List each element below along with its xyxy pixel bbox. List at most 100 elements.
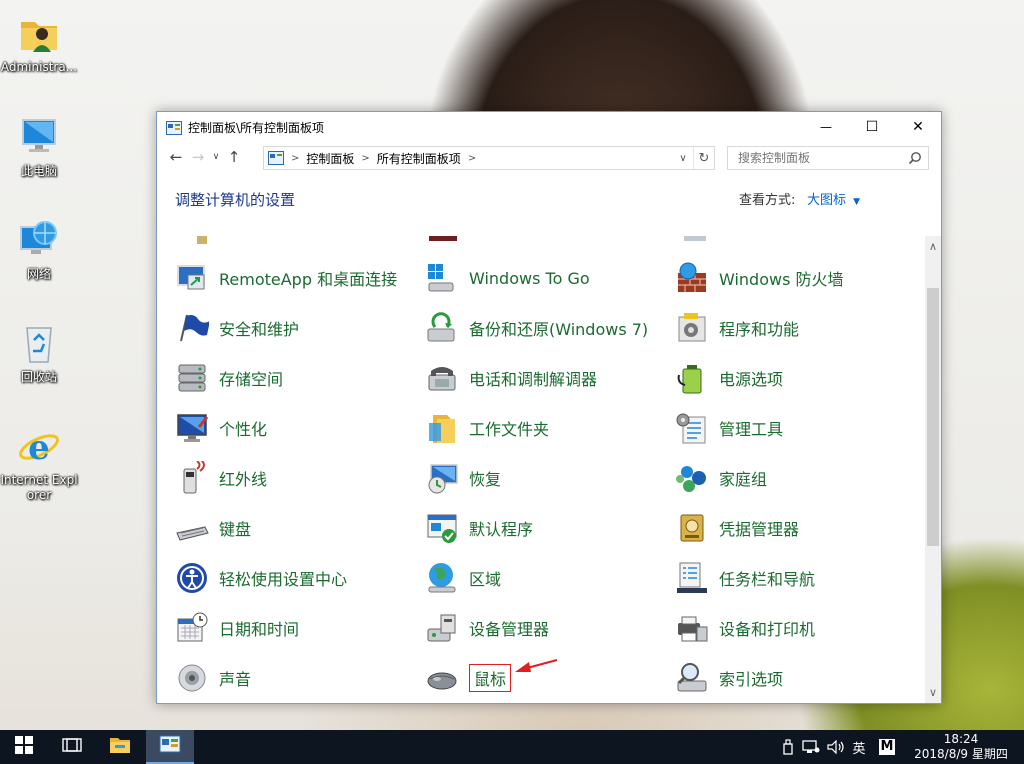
title-bar[interactable]: 控制面板\所有控制面板项 — ☐ ✕ (157, 112, 941, 142)
item-admin-tools[interactable]: 管理工具 (675, 408, 783, 448)
address-bar[interactable]: > 控制面板 > 所有控制面板项 > ∨ ↻ (263, 146, 715, 170)
item-region[interactable]: 区域 (425, 558, 501, 598)
internet-explorer-icon: e (17, 425, 61, 469)
monitor-icon (175, 411, 209, 445)
search-input[interactable] (736, 150, 910, 166)
item-label: 工作文件夹 (469, 420, 550, 439)
content-header: 调整计算机的设置 查看方式: 大图标 ▼ (157, 172, 941, 222)
flag-icon (175, 311, 210, 345)
clock[interactable]: 18:24 2018/8/9 星期四 (908, 732, 1014, 762)
scroll-down-icon[interactable]: ∨ (925, 684, 941, 701)
item-label: 个性化 (219, 420, 268, 439)
up-button[interactable]: ↑ (223, 145, 245, 169)
scroll-up-icon[interactable]: ∧ (925, 238, 941, 255)
calendar-icon (175, 611, 209, 645)
item-phone-modem[interactable]: 电话和调制解调器 (425, 358, 597, 398)
item-taskbar-navigation[interactable]: 任务栏和导航 (675, 558, 815, 598)
item-indexing-options[interactable]: 索引选项 (675, 658, 783, 698)
item-backup-restore[interactable]: 备份和还原(Windows 7) (425, 308, 648, 348)
item-power-options[interactable]: 电源选项 (675, 358, 783, 398)
item-work-folders[interactable]: 工作文件夹 (425, 408, 549, 448)
item-label: 设备和打印机 (719, 620, 816, 639)
item-windows-firewall[interactable]: Windows 防火墙 (675, 258, 844, 298)
m-label: M (878, 739, 896, 755)
scrollbar-thumb[interactable] (927, 288, 939, 546)
taskbar: 英 M 18:24 2018/8/9 星期四 (0, 730, 1024, 764)
item-ease-of-access[interactable]: 轻松使用设置中心 (175, 558, 347, 598)
view-by-dropdown[interactable]: 大图标 ▼ (807, 189, 860, 208)
desktop-icon-network[interactable]: 网络 (0, 219, 78, 282)
desktop-icon-label: Administra... (0, 60, 78, 74)
control-panel-icon (166, 120, 182, 135)
control-panel-taskbar-button[interactable] (146, 730, 194, 764)
item-date-time[interactable]: 日期和时间 (175, 608, 299, 648)
item-homegroup[interactable]: 家庭组 (675, 458, 767, 498)
infrared-icon (175, 458, 209, 495)
breadcrumb-all-items[interactable]: 所有控制面板项 (377, 150, 461, 167)
minimize-button[interactable]: — (803, 112, 849, 142)
page-title: 调整计算机的设置 (175, 191, 296, 209)
items-list: RemoteApp 和桌面连接 Windows To Go Windows 防火… (157, 236, 925, 703)
breadcrumb-control-panel[interactable]: 控制面板 (306, 150, 354, 167)
item-remoteapp[interactable]: RemoteApp 和桌面连接 (175, 258, 397, 298)
programs-icon (675, 311, 709, 345)
desktop-icon-user-folder[interactable]: Administra... (0, 12, 78, 75)
accessibility-icon (175, 561, 209, 595)
address-dropdown-icon[interactable]: ∨ (674, 147, 692, 169)
maximize-button[interactable]: ☐ (849, 112, 895, 142)
chevron-right-icon[interactable]: > (468, 153, 476, 164)
recent-locations-button[interactable]: ∨ (209, 145, 223, 169)
desktop-icon-label: Internet Explorer (0, 473, 78, 502)
item-recovery[interactable]: 恢复 (425, 458, 501, 498)
forward-arrow-icon: → (191, 148, 205, 166)
refresh-icon[interactable]: ↻ (693, 147, 714, 169)
item-devices-printers[interactable]: 设备和打印机 (675, 608, 815, 648)
control-panel-icon (268, 151, 284, 165)
item-label: Windows 防火墙 (719, 270, 844, 289)
item-label: 轻松使用设置中心 (219, 570, 348, 589)
navigation-bar: ← → ∨ ↑ > 控制面板 > 所有控制面板项 > ∨ ↻ (157, 142, 941, 172)
vertical-scrollbar[interactable]: ∧ ∨ (925, 236, 941, 703)
desktop-icon-ie[interactable]: e Internet Explorer (0, 425, 78, 503)
desktop-icon-this-pc[interactable]: 此电脑 (0, 116, 78, 179)
m-tray-icon[interactable]: M (876, 730, 898, 764)
search-box[interactable] (727, 146, 929, 170)
close-button[interactable]: ✕ (895, 112, 941, 142)
item-personalization[interactable]: 个性化 (175, 408, 267, 448)
ime-indicator[interactable]: 英 (848, 730, 870, 764)
item-keyboard[interactable]: 键盘 (175, 508, 251, 548)
network-tray-icon[interactable] (800, 730, 822, 764)
user-folder-icon (17, 12, 61, 56)
task-view-button[interactable] (48, 730, 96, 764)
view-by-label: 查看方式: (739, 193, 796, 208)
start-button[interactable] (0, 730, 48, 764)
item-device-manager[interactable]: 设备管理器 (425, 608, 549, 648)
desktop-icon-recycle-bin[interactable]: 回收站 (0, 322, 78, 385)
clock-date: 2018/8/9 星期四 (914, 747, 1008, 761)
default-programs-icon (425, 511, 459, 545)
item-security-maintenance[interactable]: 安全和维护 (175, 308, 299, 348)
back-arrow-icon: ← (169, 148, 183, 166)
forward-button[interactable]: → (187, 145, 209, 169)
item-storage-spaces[interactable]: 存储空间 (175, 358, 283, 398)
partial-item-icon (429, 236, 457, 241)
item-default-programs[interactable]: 默认程序 (425, 508, 533, 548)
desktop-icon-label: 回收站 (20, 370, 57, 384)
file-explorer-button[interactable] (96, 730, 144, 764)
item-infrared[interactable]: 红外线 (175, 458, 267, 498)
computer-icon (17, 116, 61, 160)
item-sound[interactable]: 声音 (175, 658, 251, 698)
item-windows-to-go[interactable]: Windows To Go (425, 258, 590, 298)
file-explorer-icon (109, 736, 131, 758)
item-credential-manager[interactable]: 凭据管理器 (675, 508, 799, 548)
volume-tray-icon[interactable] (824, 730, 848, 764)
item-label: 电源选项 (719, 370, 784, 389)
search-icon[interactable] (908, 150, 922, 169)
back-button[interactable]: ← (165, 145, 187, 169)
item-label: 存储空间 (219, 370, 284, 389)
globe-icon (425, 561, 459, 595)
item-mouse[interactable]: 鼠标 (425, 658, 512, 698)
usb-tray-icon[interactable] (778, 730, 798, 764)
item-programs-features[interactable]: 程序和功能 (675, 308, 799, 348)
partial-item-icon (684, 236, 706, 241)
